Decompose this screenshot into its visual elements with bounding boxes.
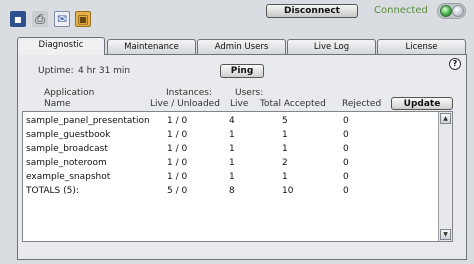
application-list[interactable]: sample_panel_presentation 1 / 0 4 5 0 sa… xyxy=(22,111,453,242)
app-name: TOTALS (5): xyxy=(26,186,79,196)
tab-live-log[interactable]: Live Log xyxy=(287,39,376,54)
header-users: Users: xyxy=(235,88,264,98)
header-rejected: Rejected xyxy=(342,99,382,109)
ping-button[interactable]: Ping xyxy=(220,64,264,78)
rejected-value: 0 xyxy=(343,116,349,126)
uptime-value: 4 hr 31 min xyxy=(78,66,131,76)
total-accepted-value: 10 xyxy=(282,186,294,196)
print-icon[interactable]: ⎙ xyxy=(32,11,48,27)
save-icon[interactable]: ▪ xyxy=(10,11,26,27)
rejected-value: 0 xyxy=(343,144,349,154)
tab-license[interactable]: License xyxy=(377,39,466,54)
connected-led-icon xyxy=(440,5,452,17)
help-icon[interactable]: ? xyxy=(449,58,461,70)
app-name: sample_broadcast xyxy=(26,144,108,154)
instances-value: 1 / 0 xyxy=(167,130,188,140)
rejected-value: 0 xyxy=(343,186,349,196)
rejected-value: 0 xyxy=(343,130,349,140)
header-instances: Instances: xyxy=(166,88,213,98)
tab-maintenance[interactable]: Maintenance xyxy=(107,39,196,54)
totals-row[interactable]: TOTALS (5): 5 / 0 8 10 0 xyxy=(23,185,439,199)
rejected-value: 0 xyxy=(343,172,349,182)
header-name: Name xyxy=(44,99,71,109)
update-button[interactable]: Update xyxy=(391,97,453,110)
live-users-value: 1 xyxy=(229,158,235,168)
idle-led-icon xyxy=(452,5,464,17)
instances-value: 1 / 0 xyxy=(167,116,188,126)
total-accepted-value: 1 xyxy=(282,172,288,182)
live-users-value: 1 xyxy=(229,172,235,182)
rejected-value: 0 xyxy=(343,158,349,168)
tab-admin-users[interactable]: Admin Users xyxy=(197,39,286,54)
app-name: example_snapshot xyxy=(26,172,111,182)
list-scrollbar[interactable]: ▲ ▼ xyxy=(438,112,452,241)
instances-value: 5 / 0 xyxy=(167,186,188,196)
header-total-accepted: Total Accepted xyxy=(260,99,326,109)
total-accepted-value: 1 xyxy=(282,144,288,154)
list-item[interactable]: sample_guestbook 1 / 0 1 1 0 xyxy=(23,129,439,143)
scroll-up-icon[interactable]: ▲ xyxy=(440,113,451,124)
header-live-unloaded: Live / Unloaded xyxy=(150,99,220,109)
total-accepted-value: 5 xyxy=(282,116,288,126)
live-users-value: 8 xyxy=(229,186,235,196)
list-item[interactable]: sample_broadcast 1 / 0 1 1 0 xyxy=(23,143,439,157)
mail-icon[interactable]: ✉ xyxy=(54,11,70,27)
app-name: sample_noteroom xyxy=(26,158,107,168)
list-item[interactable]: sample_noteroom 1 / 0 1 2 0 xyxy=(23,157,439,171)
live-users-value: 1 xyxy=(229,144,235,154)
instances-value: 1 / 0 xyxy=(167,158,188,168)
uptime-label: Uptime: xyxy=(38,66,74,76)
connection-status-text: Connected xyxy=(374,5,428,16)
instances-value: 1 / 0 xyxy=(167,144,188,154)
total-accepted-value: 2 xyxy=(282,158,288,168)
app-name: sample_panel_presentation xyxy=(26,116,150,126)
list-item[interactable]: sample_panel_presentation 1 / 0 4 5 0 xyxy=(23,115,439,129)
header-live: Live xyxy=(230,99,249,109)
scroll-down-icon[interactable]: ▼ xyxy=(440,229,451,240)
live-users-value: 1 xyxy=(229,130,235,140)
disconnect-button[interactable]: Disconnect xyxy=(266,4,358,18)
list-item[interactable]: example_snapshot 1 / 0 1 1 0 xyxy=(23,171,439,185)
header-application: Application xyxy=(44,88,95,98)
total-accepted-value: 1 xyxy=(282,130,288,140)
instances-value: 1 / 0 xyxy=(167,172,188,182)
tab-diagnostic[interactable]: Diagnostic xyxy=(17,37,105,55)
live-users-value: 4 xyxy=(229,116,235,126)
app-name: sample_guestbook xyxy=(26,130,111,140)
lock-icon[interactable]: ▣ xyxy=(75,11,91,27)
